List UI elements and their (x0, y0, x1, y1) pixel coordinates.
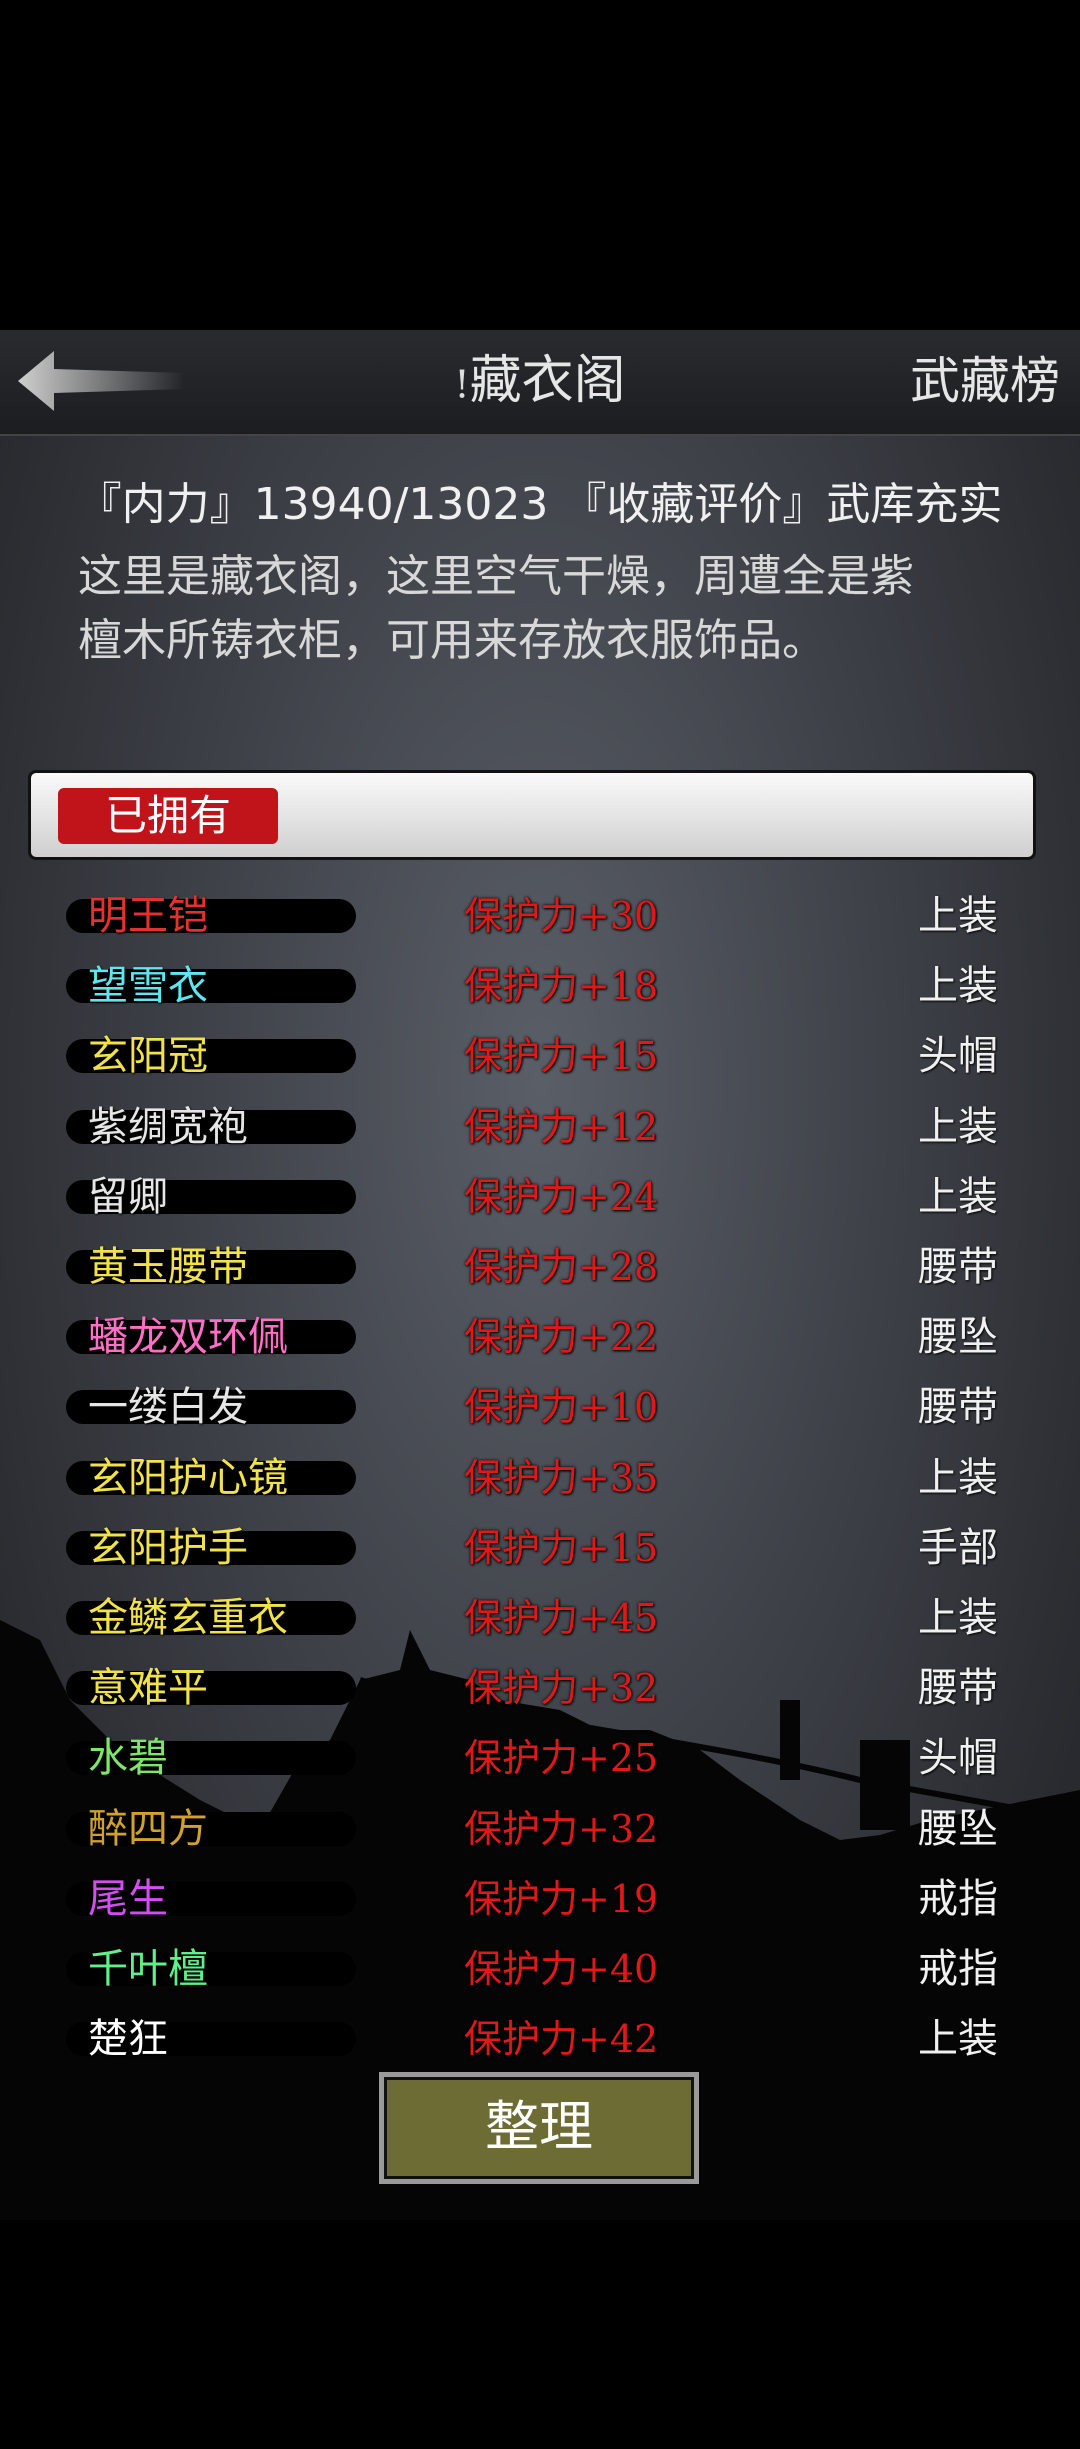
list-item[interactable]: 黄玉腰带 保护力+28 腰带 (28, 1233, 1036, 1303)
list-item[interactable]: 蟠龙双环佩 保护力+22 腰坠 (28, 1303, 1036, 1373)
item-stat: 保护力+18 (464, 964, 659, 1009)
item-slot: 上装 (918, 963, 998, 1010)
item-stat: 保护力+25 (464, 1736, 659, 1781)
item-name: 尾生 (88, 1875, 168, 1922)
list-item[interactable]: 意难平 保护力+32 腰带 (28, 1654, 1036, 1724)
item-stat: 保护力+35 (464, 1455, 659, 1500)
list-item[interactable]: 留卿 保护力+24 上装 (28, 1163, 1036, 1233)
list-item[interactable]: 玄阳护心镜 保护力+35 上装 (28, 1444, 1036, 1514)
item-slot: 腰坠 (918, 1805, 998, 1852)
list-item[interactable]: 玄阳护手 保护力+15 手部 (28, 1514, 1036, 1584)
item-slot: 上装 (918, 1103, 998, 1150)
title-mark: ! (454, 362, 470, 407)
item-slot: 腰坠 (918, 1314, 998, 1361)
item-slot: 上装 (918, 893, 998, 939)
item-name: 留卿 (88, 1173, 168, 1220)
item-slot: 腰带 (918, 1384, 998, 1431)
rank-link[interactable]: 武藏榜 (910, 345, 1060, 417)
item-stat: 保护力+40 (464, 1947, 659, 1991)
stats-line: 『内力』13940/13023 『收藏评价』武库充实 (77, 479, 1003, 530)
item-stat: 保护力+19 (464, 1876, 659, 1921)
item-name: 黄玉腰带 (88, 1244, 248, 1290)
item-slot: 上装 (918, 1173, 998, 1220)
item-name: 金鳞玄重衣 (88, 1595, 288, 1641)
item-stat: 保护力+15 (464, 1034, 659, 1079)
location-description: 这里是藏衣阁，这里空气干燥，周遭全是紫 檀木所铸衣柜，可用来存放衣服饰品。 (78, 545, 1008, 673)
item-slot: 手部 (918, 1524, 998, 1571)
item-stat: 保护力+22 (464, 1315, 659, 1360)
item-name: 玄阳护手 (88, 1524, 248, 1571)
item-slot: 头帽 (918, 1033, 998, 1080)
item-slot: 上装 (918, 1454, 998, 1501)
item-slot: 腰带 (918, 1244, 998, 1290)
list-item[interactable]: 紫绸宽袍 保护力+12 上装 (28, 1093, 1036, 1163)
item-slot: 戒指 (918, 1875, 998, 1922)
item-name: 水碧 (88, 1735, 168, 1782)
tab-owned[interactable]: 已拥有 (58, 788, 278, 844)
list-item[interactable]: 醉四方 保护力+32 腰坠 (28, 1795, 1036, 1865)
list-item[interactable]: 望雪衣 保护力+18 上装 (28, 952, 1036, 1022)
item-name: 千叶檀 (88, 1946, 208, 1992)
item-slot: 头帽 (918, 1735, 998, 1782)
item-name: 明王铠 (88, 893, 208, 939)
item-stat: 保护力+45 (464, 1596, 659, 1640)
item-name: 紫绸宽袍 (88, 1103, 248, 1150)
item-slot: 上装 (918, 2016, 998, 2063)
title-text: 藏衣阁 (469, 351, 626, 411)
list-item[interactable]: 楚狂 保护力+42 上装 (28, 2005, 1036, 2075)
item-name: 玄阳护心镜 (88, 1454, 288, 1501)
list-item[interactable]: 尾生 保护力+19 戒指 (28, 1865, 1036, 1935)
list-item[interactable]: 金鳞玄重衣 保护力+45 上装 (28, 1584, 1036, 1654)
item-name: 蟠龙双环佩 (88, 1314, 288, 1361)
item-stat: 保护力+42 (464, 2017, 659, 2062)
list-item[interactable]: 千叶檀 保护力+40 戒指 (28, 1935, 1036, 2005)
item-stat: 保护力+10 (464, 1385, 659, 1430)
description-line: 檀木所铸衣柜，可用来存放衣服饰品。 (78, 615, 826, 666)
item-name: 望雪衣 (88, 963, 208, 1010)
item-stat: 保护力+15 (464, 1525, 659, 1570)
sort-button[interactable]: 整理 (379, 2072, 699, 2184)
item-stat: 保护力+30 (464, 894, 659, 938)
item-name: 意难平 (88, 1665, 208, 1712)
list-item[interactable]: 一缕白发 保护力+10 腰带 (28, 1373, 1036, 1443)
list-item[interactable]: 明王铠 保护力+30 上装 (28, 882, 1036, 952)
item-slot: 戒指 (918, 1946, 998, 1992)
item-name: 醉四方 (88, 1805, 208, 1852)
item-stat: 保护力+12 (464, 1104, 659, 1149)
item-slot: 腰带 (918, 1665, 998, 1712)
item-stat: 保护力+28 (464, 1245, 659, 1289)
description-line: 这里是藏衣阁，这里空气干燥，周遭全是紫 (78, 551, 914, 602)
item-name: 玄阳冠 (88, 1033, 208, 1080)
list-item[interactable]: 水碧 保护力+25 头帽 (28, 1724, 1036, 1794)
item-slot: 上装 (918, 1595, 998, 1641)
item-stat: 保护力+24 (464, 1174, 659, 1219)
list-item[interactable]: 玄阳冠 保护力+15 头帽 (28, 1022, 1036, 1092)
item-name: 楚狂 (88, 2016, 168, 2063)
item-stat: 保护力+32 (464, 1806, 659, 1851)
item-stat: 保护力+32 (464, 1666, 659, 1711)
item-name: 一缕白发 (88, 1384, 248, 1431)
